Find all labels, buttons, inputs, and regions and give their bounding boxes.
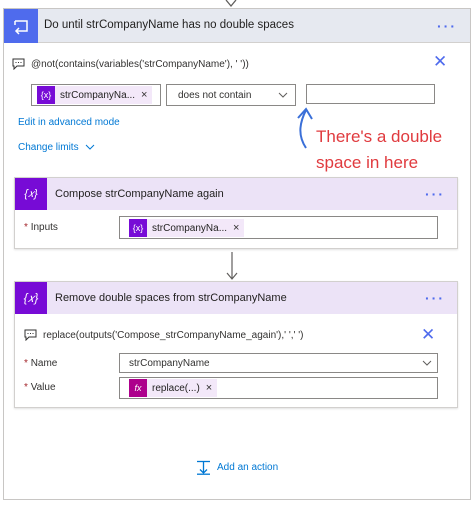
change-limits-link[interactable]: Change limits [18,142,95,153]
compose-inputs-label: * Inputs [24,222,58,233]
add-action-label: Add an action [217,462,279,473]
condition-expression: @not(contains(variables('strCompanyName'… [31,59,249,70]
curly-braces-icon: {𝑥} [15,178,47,210]
value-label: * Value [24,382,56,393]
annotation-line-1: There's a double [316,127,443,146]
remove-token-icon[interactable]: × [233,222,239,234]
compose-title: Compose strCompanyName again [55,188,224,200]
fx-icon: fx [129,379,147,397]
condition-close-icon[interactable]: ✕ [433,53,447,70]
name-label: * Name [24,358,58,369]
condition-operator-select[interactable]: does not contain [166,84,296,106]
remove-token-icon[interactable]: × [141,89,147,101]
set-variable-title: Remove double spaces from strCompanyName [55,292,287,304]
top-connector-arrow-icon [225,0,237,8]
add-action-icon [197,460,210,475]
comment-icon [12,58,25,70]
variable-token[interactable]: {x} strCompanyNa... × [37,86,153,104]
do-until-title: Do until strCompanyName has no double sp… [44,19,294,31]
curly-braces-icon: {x} [37,86,55,104]
curly-braces-icon: {𝑥} [15,282,47,314]
chevron-down-icon [278,92,288,98]
connector-arrow-icon [226,252,238,280]
chevron-down-icon [86,144,95,150]
do-until-more-options-icon[interactable]: ··· [437,19,457,33]
loop-icon [4,9,38,43]
add-action-button[interactable]: Add an action [196,460,278,475]
annotation-line-2: space in here [316,153,419,172]
set-variable-expression: replace(outputs('Compose_strCompanyName_… [43,330,304,341]
chevron-down-icon [422,360,432,366]
curly-braces-icon: {x} [129,219,147,237]
variable-token[interactable]: {x} strCompanyNa... × [129,219,245,237]
set-variable-more-options-icon[interactable]: ··· [425,291,445,305]
condition-right-field[interactable] [306,84,435,104]
variable-name-select[interactable]: strCompanyName [119,353,438,373]
set-variable-close-icon[interactable]: ✕ [421,326,435,343]
condition-left-field[interactable]: {x} strCompanyNa... × [31,84,161,106]
compose-inputs-field[interactable]: {x} strCompanyNa... × [119,216,438,239]
compose-more-options-icon[interactable]: ··· [425,187,445,201]
remove-token-icon[interactable]: × [206,382,212,394]
variable-value-field[interactable]: fx replace(...) × [119,377,438,399]
expression-token[interactable]: fx replace(...) × [129,379,218,397]
edit-advanced-mode-link[interactable]: Edit in advanced mode [18,117,120,128]
comment-icon [24,329,37,341]
